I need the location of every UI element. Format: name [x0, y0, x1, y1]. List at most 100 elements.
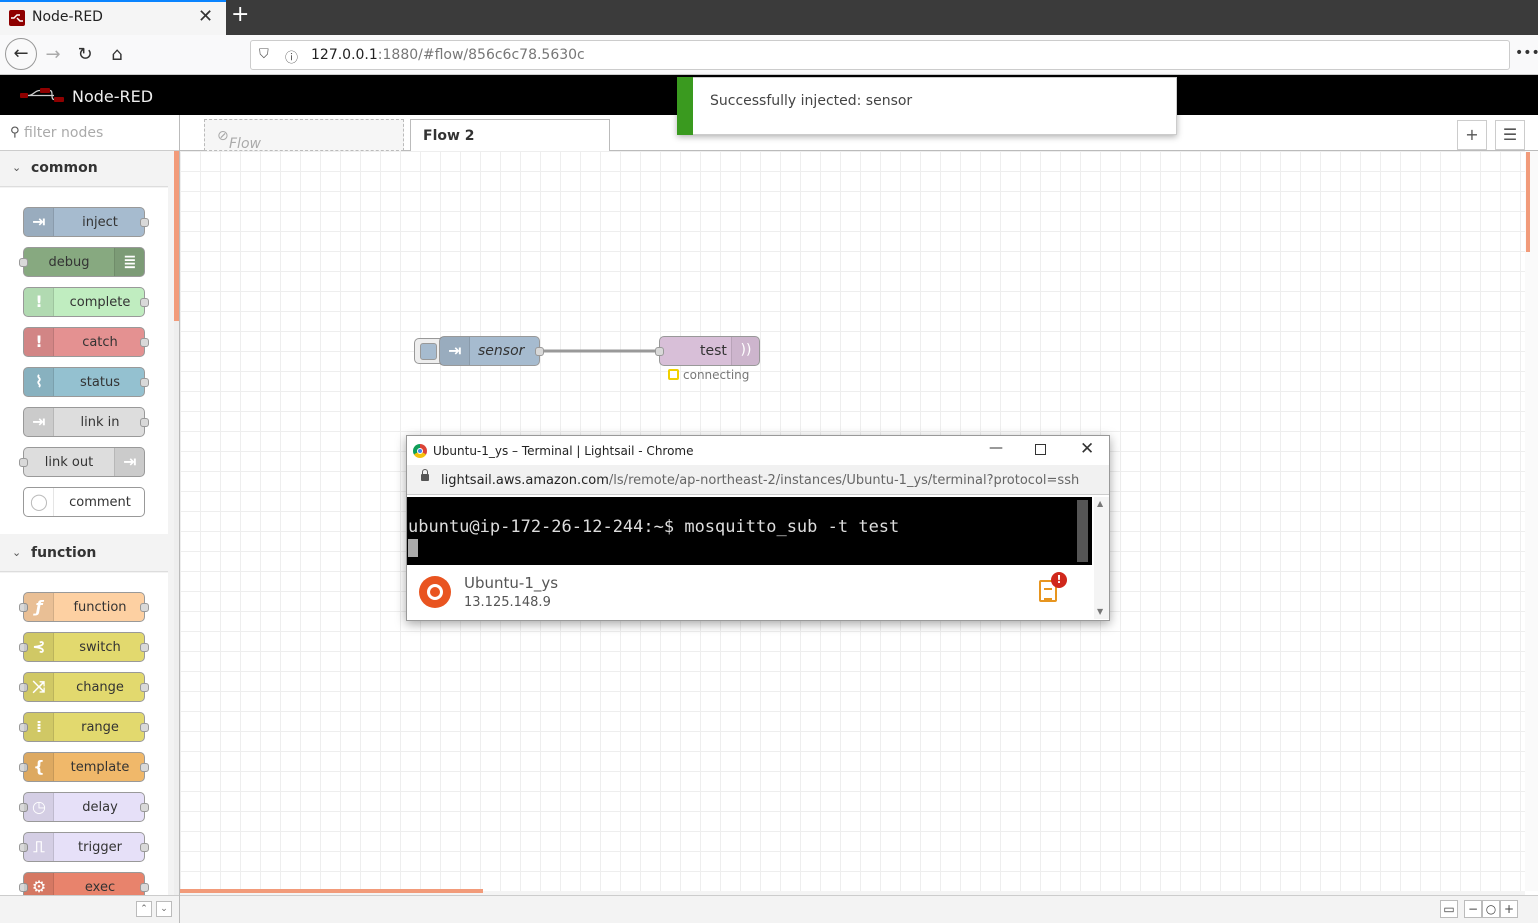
url-bar[interactable]: ⛉ ⓘ 127.0.0.1:1880/#flow/856c6c78.5630c [250, 40, 1510, 70]
palette-node-delay[interactable]: ◷ delay [19, 792, 149, 822]
instance-info-row: Ubuntu-1_ys 13.125.148.9 ! [407, 566, 1092, 620]
debug-list-icon: ≣ [114, 248, 144, 276]
scroll-up-icon[interactable]: ▲ [1097, 499, 1103, 508]
output-port [140, 643, 149, 652]
node-red-logo-icon [20, 88, 64, 102]
terminal-cursor [408, 539, 418, 557]
navigator-map-icon[interactable]: ▭ [1440, 900, 1458, 918]
list-flows-icon[interactable]: ☰ [1495, 120, 1525, 150]
palette-node-function[interactable]: ƒ function [19, 592, 149, 622]
palette-node-switch[interactable]: ⊰ switch [19, 632, 149, 662]
canvas-vertical-scrollbar[interactable] [1525, 151, 1538, 891]
popup-url-host: lightsail.aws.amazon.com [441, 473, 609, 488]
inject-arrow-icon: ⇥ [24, 208, 54, 236]
page-actions-menu-icon[interactable]: ••• [1515, 45, 1538, 61]
filter-nodes-input[interactable] [24, 123, 174, 143]
node-palette: ⚲ ⌄ common ⇥ inject debug ≣ ! complete !… [0, 115, 180, 923]
home-icon[interactable]: ⌂ [102, 40, 132, 70]
flow-node-test[interactable]: test )) [655, 336, 760, 366]
node-label: link out [44, 455, 94, 470]
popup-scrollbar[interactable]: ▲ ▼ [1094, 497, 1109, 619]
notification-success-bar [677, 77, 693, 135]
popup-address-bar: lightsail.aws.amazon.com/ls/remote/ap-no… [407, 465, 1109, 495]
tab-flow-1[interactable]: ⊘ Flow 1 [204, 119, 404, 168]
input-port[interactable] [655, 347, 664, 356]
flow-node-sensor[interactable]: ⇥ sensor [439, 336, 544, 366]
ubuntu-logo-icon [419, 576, 451, 608]
search-icon: ⚲ [10, 125, 20, 140]
palette-scrollbar-thumb[interactable] [174, 151, 179, 321]
palette-node-trigger[interactable]: ⎍ trigger [19, 832, 149, 862]
tab-label: Flow 2 [423, 128, 475, 144]
node-label: catch [82, 335, 118, 350]
range-icon: ⁞ [24, 713, 54, 741]
palette-node-template[interactable]: { template [19, 752, 149, 782]
palette-node-complete[interactable]: ! complete [23, 287, 149, 317]
category-function-header[interactable]: ⌄ function [0, 536, 168, 572]
palette-node-debug[interactable]: debug ≣ [19, 247, 145, 277]
node-label: complete [69, 295, 131, 310]
url-text[interactable]: 127.0.0.1:1880/#flow/856c6c78.5630c [311, 47, 585, 63]
info-icon[interactable]: ⓘ [285, 47, 298, 66]
browser-tab-bar: Node-RED ✕ + [0, 0, 1538, 35]
palette-node-catch[interactable]: ! catch [23, 327, 149, 357]
status-ring-icon [668, 369, 679, 380]
maximize-icon[interactable] [1035, 444, 1046, 455]
cog-icon: ⚙ [24, 873, 54, 895]
instance-name: Ubuntu-1_ys [464, 574, 559, 592]
lock-icon [421, 469, 429, 481]
close-icon[interactable]: ✕ [1080, 439, 1094, 459]
ssh-terminal[interactable]: ubuntu@ip-172-26-12-244:~$ mosquitto_sub… [407, 497, 1092, 565]
browser-tab[interactable]: Node-RED ✕ [0, 0, 226, 35]
reload-icon[interactable]: ↻ [70, 40, 100, 70]
canvas-vertical-scrollbar-thumb[interactable] [1526, 152, 1530, 252]
zoom-out-button[interactable]: − [1464, 900, 1482, 918]
shield-icon: ⛉ [259, 47, 269, 62]
notification-text: Successfully injected: sensor [710, 93, 913, 109]
node-status-text: connecting [683, 368, 750, 382]
node-label: comment [69, 495, 131, 510]
popup-title: Ubuntu-1_ys – Terminal | Lightsail - Chr… [433, 444, 694, 458]
zoom-in-button[interactable]: + [1500, 900, 1518, 918]
output-port [140, 843, 149, 852]
close-tab-icon[interactable]: ✕ [198, 6, 213, 27]
palette-node-comment[interactable]: ◯ comment [23, 487, 145, 517]
scroll-down-icon[interactable]: ▼ [1097, 607, 1103, 616]
tab-flow-2[interactable]: Flow 2 [410, 119, 610, 152]
forward-arrow-icon[interactable]: → [38, 40, 68, 70]
inject-arrow-icon: ⇥ [440, 337, 470, 365]
output-port[interactable] [535, 347, 544, 356]
popup-title-bar[interactable]: Ubuntu-1_ys – Terminal | Lightsail - Chr… [407, 436, 1109, 465]
category-common-header[interactable]: ⌄ common [0, 151, 168, 187]
terminal-popup-window[interactable]: Ubuntu-1_ys – Terminal | Lightsail - Chr… [406, 435, 1110, 621]
palette-node-link-in[interactable]: ⇥ link in [23, 407, 149, 437]
minimize-icon[interactable]: — [989, 440, 1003, 456]
palette-node-exec[interactable]: ⚙ exec [19, 872, 149, 895]
palette-node-change[interactable]: ⤨ change [19, 672, 149, 702]
palette-node-inject[interactable]: ⇥ inject [23, 207, 149, 237]
category-common-body: ⇥ inject debug ≣ ! complete ! catch ⌇ st… [0, 188, 168, 534]
new-tab-button[interactable]: + [231, 2, 249, 27]
palette-node-status[interactable]: ⌇ status [23, 367, 149, 397]
palette-node-range[interactable]: ⁞ range [19, 712, 149, 742]
output-port [140, 338, 149, 347]
palette-node-link-out[interactable]: link out ⇥ [19, 447, 145, 477]
alert-badge-icon: ! [1051, 572, 1067, 588]
terminal-scrollbar[interactable] [1077, 500, 1088, 562]
function-icon: ƒ [24, 593, 54, 621]
collapse-all-icon[interactable]: ⌃ [136, 901, 152, 917]
notification-toast: Successfully injected: sensor [677, 77, 1177, 135]
node-label: delay [82, 800, 118, 815]
back-arrow-icon[interactable]: ← [5, 38, 37, 70]
url-path: :1880/#flow/856c6c78.5630c [377, 47, 585, 63]
speech-bubble-icon: ◯ [24, 488, 54, 516]
terminal-command-line: ubuntu@ip-172-26-12-244:~$ mosquitto_sub… [408, 517, 900, 537]
node-label: link in [80, 415, 120, 430]
node-label: function [73, 600, 127, 615]
add-flow-button[interactable]: + [1457, 120, 1487, 150]
canvas-horizontal-scrollbar-thumb[interactable] [180, 889, 483, 893]
url-host: 127.0.0.1 [311, 47, 378, 63]
expand-all-icon[interactable]: ⌄ [156, 901, 172, 917]
pulse-icon: ⌇ [24, 368, 54, 396]
zoom-reset-button[interactable]: ○ [1482, 900, 1500, 918]
